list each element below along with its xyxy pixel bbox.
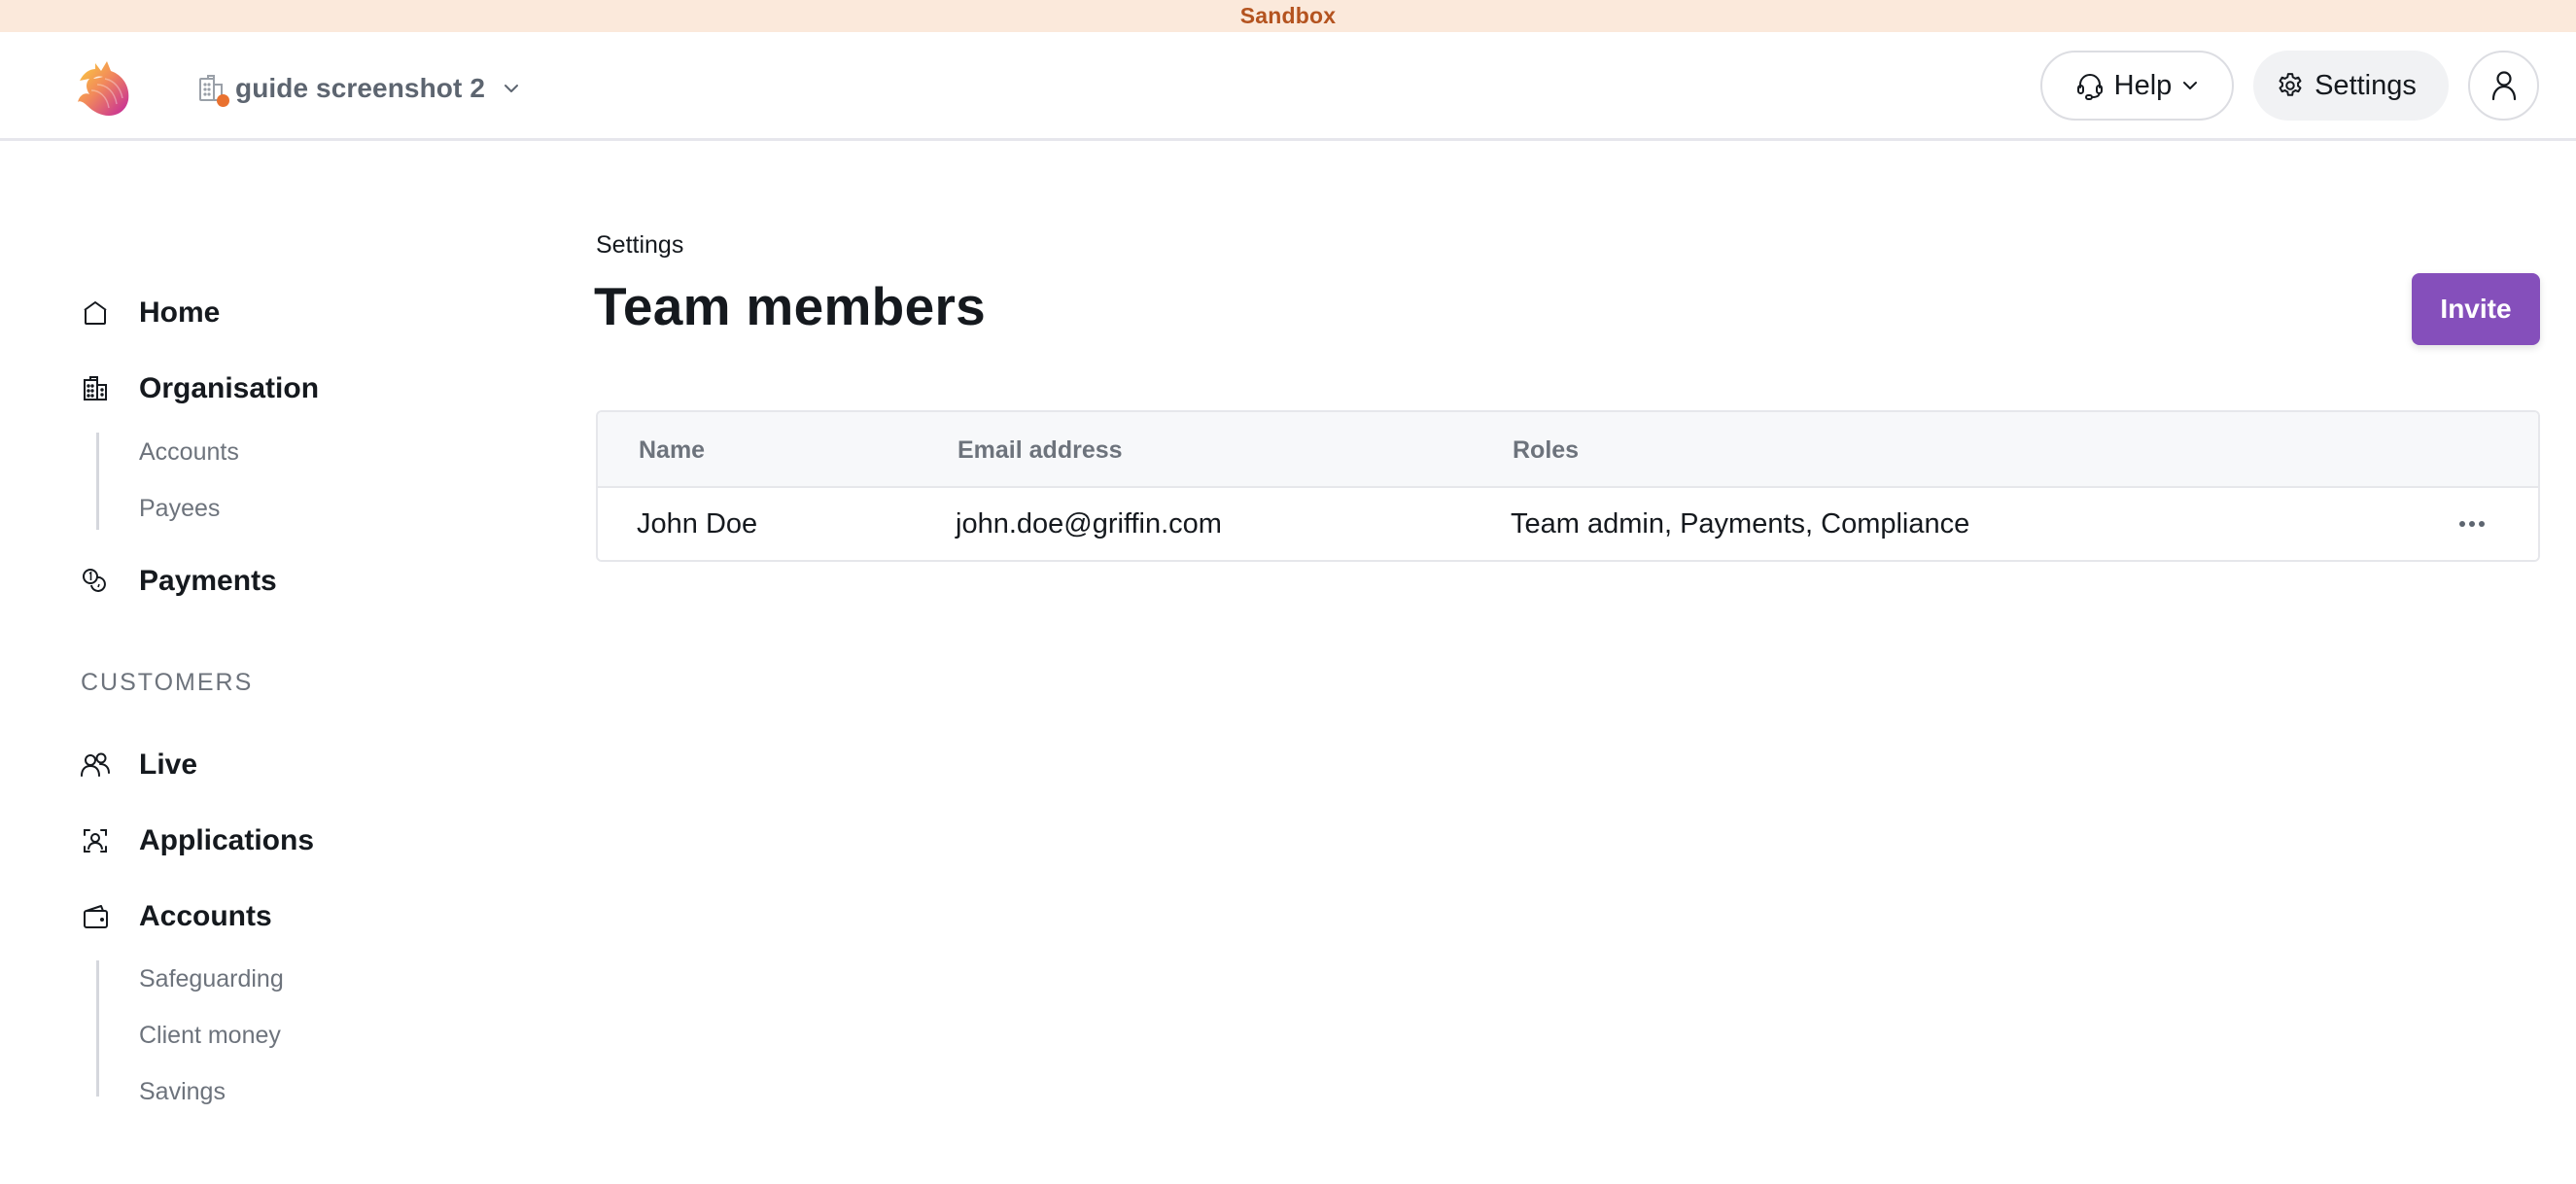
settings-button[interactable]: Settings <box>2253 51 2449 121</box>
more-options-icon[interactable] <box>2453 509 2491 539</box>
sidebar-subitem-accounts[interactable]: Accounts <box>139 438 239 467</box>
sidebar-item-accounts[interactable]: Accounts <box>80 895 272 938</box>
submenu-divider <box>96 433 99 530</box>
coins-icon <box>80 566 111 597</box>
building-icon <box>198 74 229 107</box>
breadcrumb[interactable]: Settings <box>596 231 683 260</box>
column-header-roles: Roles <box>1513 435 1580 464</box>
sidebar-item-live[interactable]: Live <box>80 744 197 786</box>
wallet-icon <box>80 901 111 932</box>
user-icon <box>2491 71 2516 101</box>
column-header-email: Email address <box>957 435 1123 464</box>
sidebar-subitem-safeguarding[interactable]: Safeguarding <box>139 965 284 993</box>
griffin-logo[interactable] <box>76 57 132 118</box>
profile-button[interactable] <box>2468 51 2539 121</box>
sandbox-banner: Sandbox <box>0 0 2576 32</box>
top-navigation-bar: guide screenshot 2 Help Settings <box>0 32 2576 141</box>
submenu-divider <box>96 960 99 1097</box>
help-button[interactable]: Help <box>2040 51 2234 121</box>
home-icon <box>80 297 111 329</box>
table-row[interactable]: John Doe john.doe@griffin.com Team admin… <box>598 488 2538 560</box>
sidebar-item-label: Payments <box>139 565 277 597</box>
sidebar: Home Organisation Accounts Payees Paymen… <box>0 141 544 1184</box>
help-label: Help <box>2113 69 2173 101</box>
member-roles: Team admin, Payments, Compliance <box>1511 507 1970 540</box>
member-email: john.doe@griffin.com <box>956 507 1222 540</box>
sidebar-item-applications[interactable]: Applications <box>80 819 314 862</box>
headset-icon <box>2076 74 2103 100</box>
chevron-down-icon <box>2183 82 2198 89</box>
sidebar-item-label: Organisation <box>139 372 320 404</box>
page-title: Team members <box>594 276 987 336</box>
status-dot <box>217 94 229 107</box>
column-header-name: Name <box>639 435 706 464</box>
table-header: Name Email address Roles <box>598 412 2538 488</box>
sidebar-item-label: Applications <box>139 824 315 856</box>
sandbox-label: Sandbox <box>1239 3 1337 28</box>
sidebar-subitem-payees[interactable]: Payees <box>139 495 220 523</box>
building-icon <box>80 373 111 404</box>
organisation-name: guide screenshot 2 <box>235 73 485 103</box>
users-icon <box>80 749 111 781</box>
sidebar-item-organisation[interactable]: Organisation <box>80 367 319 410</box>
sidebar-subitem-savings[interactable]: Savings <box>139 1078 226 1106</box>
sidebar-item-payments[interactable]: Payments <box>80 560 277 603</box>
sidebar-item-label: Accounts <box>139 900 272 932</box>
team-members-table: Name Email address Roles John Doe john.d… <box>596 410 2540 562</box>
organisation-switcher[interactable]: guide screenshot 2 <box>198 69 520 108</box>
user-scan-icon <box>80 825 111 856</box>
invite-button[interactable]: Invite <box>2412 273 2540 345</box>
sidebar-subitem-client-money[interactable]: Client money <box>139 1022 281 1050</box>
settings-label: Settings <box>2315 69 2417 101</box>
chevron-down-icon <box>505 85 518 92</box>
sidebar-item-label: Home <box>139 296 221 329</box>
member-name: John Doe <box>637 507 758 540</box>
sidebar-item-label: Live <box>139 749 198 781</box>
customers-section-heading: CUSTOMERS <box>81 669 254 696</box>
sidebar-item-home[interactable]: Home <box>80 292 220 334</box>
gear-icon <box>2279 73 2302 96</box>
